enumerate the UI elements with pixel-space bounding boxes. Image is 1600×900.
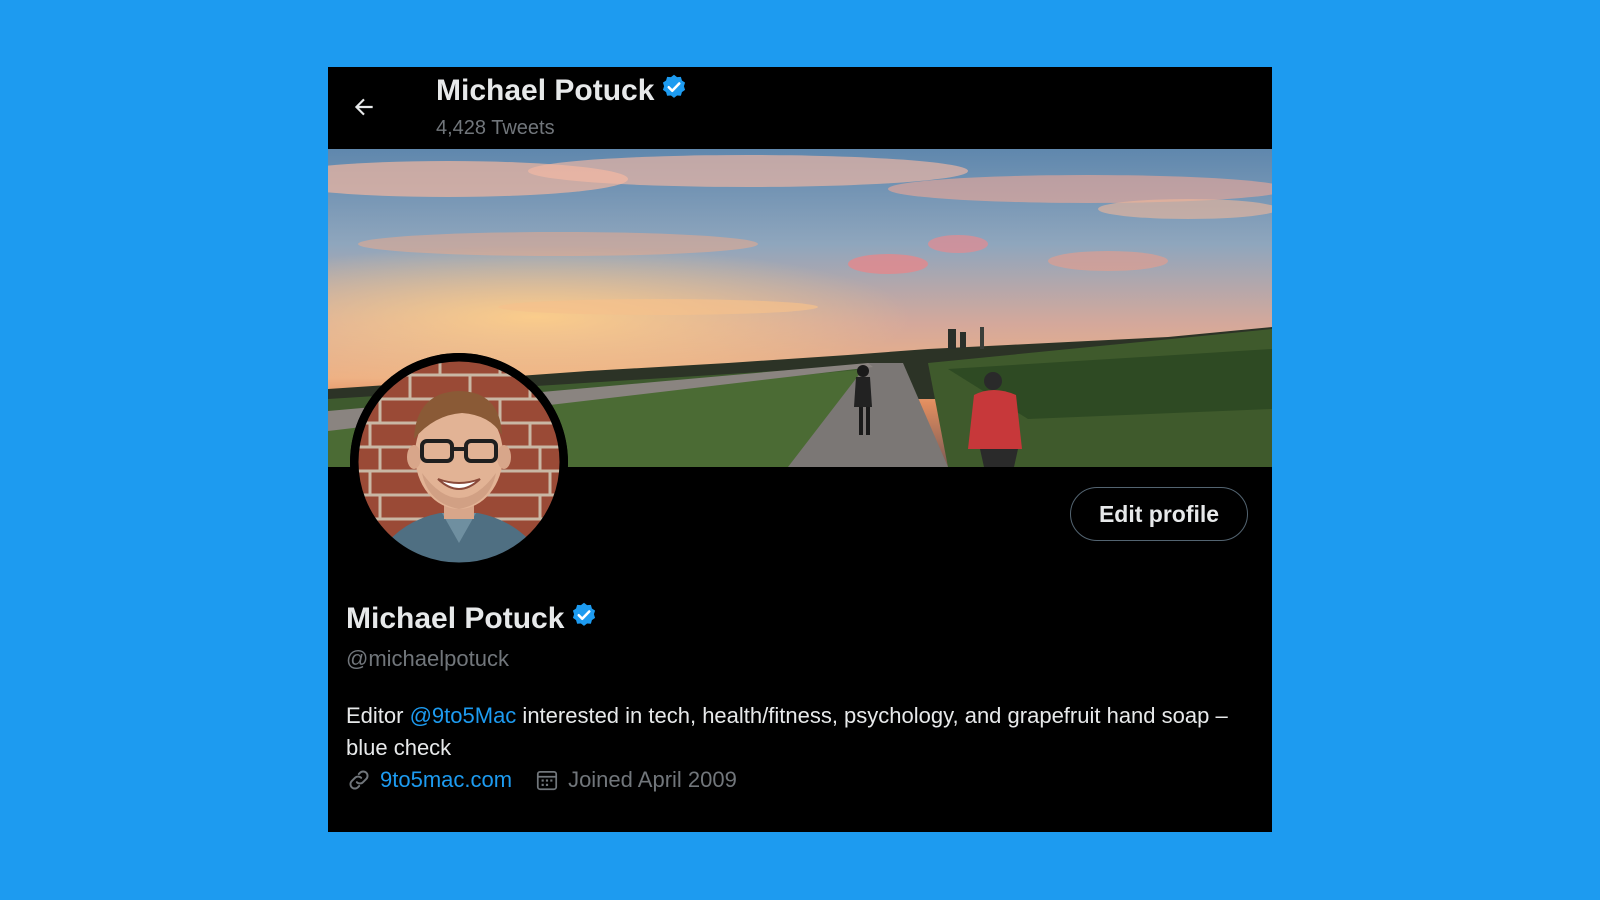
verified-badge-icon (660, 73, 688, 109)
link-icon (346, 767, 372, 793)
header-title: Michael Potuck (436, 74, 655, 107)
back-button[interactable] (346, 91, 382, 127)
tweet-count: 4,428 Tweets (436, 117, 555, 139)
website-link[interactable]: 9to5mac.com (380, 767, 512, 793)
profile-name: Michael Potuck (346, 602, 565, 635)
profile-avatar[interactable] (350, 353, 568, 571)
profile-handle: @michaelpotuck (346, 646, 509, 671)
bio-mention-link[interactable]: @9to5Mac (410, 703, 517, 728)
joined-date: Joined April 2009 (568, 767, 737, 792)
arrow-left-icon (351, 94, 377, 125)
profile-header-bar: Michael Potuck 4,428 Tweets (328, 67, 1272, 149)
verified-badge-icon (570, 601, 598, 637)
profile-card: Michael Potuck 4,428 Tweets Edit profile… (328, 67, 1272, 832)
bio-prefix: Editor (346, 703, 410, 728)
header-title-row: Michael Potuck (436, 73, 688, 109)
profile-meta-row: 9to5mac.com Joined April 2009 (346, 767, 737, 793)
profile-name-row: Michael Potuck (346, 601, 598, 637)
edit-profile-button[interactable]: Edit profile (1070, 487, 1248, 541)
profile-bio: Editor @9to5Mac interested in tech, heal… (346, 700, 1246, 764)
calendar-icon (534, 767, 560, 793)
